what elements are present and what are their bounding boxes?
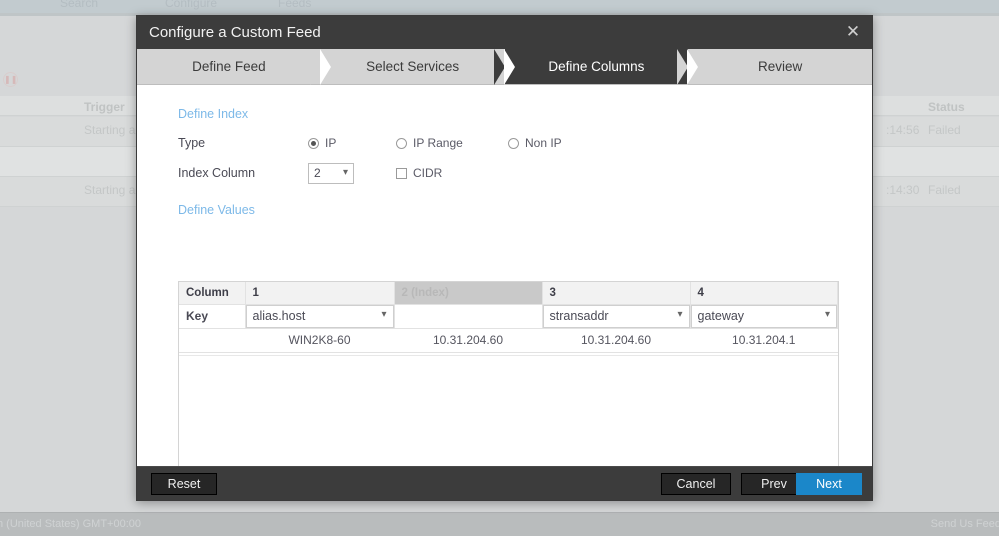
background-col-status: Status xyxy=(928,100,965,114)
background-cell-time: :14:56 xyxy=(886,123,920,137)
define-values-table-container: Column 1 2 (Index) 3 4 Key alias.host ▾ xyxy=(178,281,839,485)
radio-label: Non IP xyxy=(525,136,562,150)
key-cell-3: stransaddr ▾ xyxy=(542,304,691,329)
data-cell-1: WIN2K8-60 xyxy=(245,328,394,353)
key-select-column-1[interactable]: alias.host ▾ xyxy=(245,304,393,327)
type-radio-group: IP IP Range Non IP xyxy=(308,136,562,150)
wizard-steps: Define Feed Select Services Define Colum… xyxy=(137,49,872,85)
wizard-step-review[interactable]: Review xyxy=(677,49,872,85)
close-icon[interactable]: ✕ xyxy=(842,21,864,43)
background-status-bar: h (United States) GMT+00:00 Send Us Feed xyxy=(0,512,999,536)
background-cell-trigger: Starting a xyxy=(84,123,136,137)
dialog-title: Configure a Custom Feed xyxy=(149,24,321,41)
cancel-button[interactable]: Cancel xyxy=(661,473,731,495)
type-row: Type IP IP Range Non IP xyxy=(178,130,832,156)
checkbox-cidr-icon[interactable] xyxy=(396,167,407,179)
column-header-2-index: 2 (Index) xyxy=(394,282,543,305)
key-select-column-3[interactable]: stransaddr ▾ xyxy=(542,304,689,327)
background-cell-time: :14:30 xyxy=(886,183,920,197)
timezone-label: h (United States) GMT+00:00 xyxy=(0,518,141,530)
key-select-value: alias.host xyxy=(252,309,306,323)
define-index-heading: Define Index xyxy=(178,107,249,121)
radio-ip-range-icon[interactable] xyxy=(396,137,407,149)
index-column-label: Index Column xyxy=(178,166,256,180)
chevron-down-icon: ▾ xyxy=(381,308,387,320)
dialog-content: Define Index Type IP IP Range Non IP Ind xyxy=(137,85,872,485)
radio-option-ip-range[interactable]: IP Range xyxy=(396,136,508,150)
table-empty-area xyxy=(179,355,838,466)
index-column-row: Index Column 2 ▾ CIDR xyxy=(178,160,832,186)
key-cell-2-index xyxy=(394,304,543,329)
cidr-label: CIDR xyxy=(413,166,443,180)
row-label-column: Column xyxy=(179,282,246,305)
wizard-step-label: Define Feed xyxy=(192,59,266,74)
background-cell-status: Failed xyxy=(928,123,961,137)
index-column-select[interactable]: 2 ▾ xyxy=(308,162,354,184)
reset-button[interactable]: Reset xyxy=(151,473,217,495)
define-values-table: Column 1 2 (Index) 3 4 Key alias.host ▾ xyxy=(179,282,838,353)
background-cell-trigger: Starting a xyxy=(84,183,136,197)
index-column-value: 2 xyxy=(314,166,321,180)
next-button[interactable]: Next xyxy=(796,473,862,495)
define-values-heading: Define Values xyxy=(178,203,255,217)
background-tab-search[interactable]: Search xyxy=(60,0,98,10)
data-cell-2: 10.31.204.60 xyxy=(394,328,542,353)
radio-label: IP Range xyxy=(413,136,463,150)
cidr-checkbox-item[interactable]: CIDR xyxy=(396,166,442,180)
column-header-4: 4 xyxy=(690,282,838,305)
key-select-value: gateway xyxy=(697,309,745,323)
column-header-1: 1 xyxy=(245,282,395,305)
data-cell-4: 10.31.204.1 xyxy=(690,328,838,353)
chevron-down-icon: ▾ xyxy=(824,308,830,320)
radio-non-ip-icon[interactable] xyxy=(508,137,519,149)
table-header-row: Column 1 2 (Index) 3 4 xyxy=(179,282,838,305)
dialog-footer: Reset Cancel Prev Next xyxy=(137,466,872,500)
wizard-step-label: Select Services xyxy=(366,59,460,74)
data-cell-rowlabel xyxy=(179,328,245,353)
column-header-3: 3 xyxy=(542,282,691,305)
key-cell-1: alias.host ▾ xyxy=(245,304,395,329)
chevron-down-icon: ▾ xyxy=(342,166,348,178)
radio-label: IP xyxy=(325,136,337,150)
table-row: WIN2K8-60 10.31.204.60 10.31.204.60 10.3… xyxy=(179,328,838,353)
key-cell-4: gateway ▾ xyxy=(690,304,838,329)
wizard-step-label: Define Columns xyxy=(548,59,645,74)
wizard-step-define-columns[interactable]: Define Columns xyxy=(493,49,698,85)
row-label-key: Key xyxy=(179,304,246,329)
wizard-step-select-services[interactable]: Select Services xyxy=(309,49,515,85)
configure-custom-feed-dialog: Configure a Custom Feed ✕ Define Feed Se… xyxy=(136,15,873,501)
background-col-trigger: Trigger xyxy=(84,100,125,114)
radio-ip-icon[interactable] xyxy=(308,137,319,149)
table-key-row: Key alias.host ▾ stransaddr ▾ gateway ▾ xyxy=(179,304,838,329)
key-select-column-4[interactable]: gateway ▾ xyxy=(690,304,837,327)
radio-option-ip[interactable]: IP xyxy=(308,136,396,150)
background-top-tabs: Search Configure Feeds xyxy=(0,0,999,13)
dialog-titlebar: Configure a Custom Feed ✕ xyxy=(137,16,872,49)
wizard-step-label: Review xyxy=(757,59,803,74)
data-cell-3: 10.31.204.60 xyxy=(542,328,690,353)
background-tab-feeds[interactable]: Feeds xyxy=(278,0,311,10)
radio-option-non-ip[interactable]: Non IP xyxy=(508,136,562,150)
wizard-step-define-feed[interactable]: Define Feed xyxy=(137,49,331,85)
background-cell-status: Failed xyxy=(928,183,961,197)
background-tab-configure[interactable]: Configure xyxy=(165,0,217,10)
key-select-value: stransaddr xyxy=(549,309,609,323)
send-feedback-link[interactable]: Send Us Feed xyxy=(931,518,999,530)
chevron-down-icon: ▾ xyxy=(677,308,683,320)
pause-icon: ❚❚ xyxy=(3,72,18,87)
type-label: Type xyxy=(178,136,206,150)
